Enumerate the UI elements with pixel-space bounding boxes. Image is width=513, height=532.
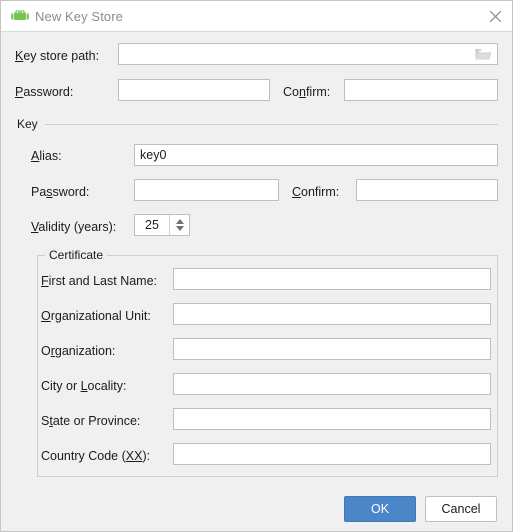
cert-city-locality-label: City or Locality: [41,379,126,393]
key-alias-input[interactable] [134,144,498,166]
chevron-down-icon[interactable] [175,226,184,231]
key-store-confirm-label-pre: Co [283,85,299,99]
key-store-password-label: Password: [15,85,73,99]
key-group-legend: Key [13,117,42,131]
close-icon[interactable] [476,1,512,31]
cert-organizational-unit-label-mnemonic: O [41,309,51,323]
cert-state-province-input[interactable] [173,408,491,430]
key-validity-label-rest: alidity (years): [38,220,117,234]
key-store-confirm-label-mnemonic: n [298,85,306,99]
key-store-path-label: Key store path: [15,49,99,63]
cert-first-last-name-label-rest: irst and Last Name: [48,274,158,288]
new-key-store-dialog: New Key Store Key store path: Password: … [0,0,513,532]
cert-organizational-unit-label-rest: rganizational Unit: [50,309,151,323]
folder-icon[interactable] [475,47,492,61]
key-confirm-label-rest: onfirm: [301,185,340,199]
key-password-label-rest: sword: [52,185,90,199]
certificate-group-border-right [106,255,498,256]
ok-button[interactable]: OK [344,496,416,522]
cert-organization-label-rest: ganization: [54,344,116,358]
cert-city-locality-label-mnemonic: L [80,379,88,393]
key-password-input[interactable] [134,179,279,201]
cert-organization-label: Organization: [41,344,115,358]
cert-first-last-name-label-mnemonic: F [41,274,49,288]
cert-organization-label-pre: O [41,344,51,358]
key-confirm-label-mnemonic: C [292,185,302,199]
cert-country-code-input[interactable] [173,443,491,465]
key-password-label: Password: [31,185,89,199]
window-title: New Key Store [35,8,124,24]
key-validity-label: Validity (years): [31,220,116,234]
cert-country-code-label-pre: Country Code ( [41,449,126,463]
key-store-confirm-label-rest: firm: [305,85,331,99]
certificate-group-border-left [37,255,45,256]
cancel-button[interactable]: Cancel [425,496,497,522]
key-store-path-label-rest: ey store path: [23,49,100,63]
key-password-label-pre: Pa [31,185,47,199]
chevron-up-icon[interactable] [175,219,184,224]
title-bar: New Key Store [1,1,512,32]
cert-state-province-label: State or Province: [41,414,140,428]
key-store-path-input[interactable] [118,43,498,65]
key-confirm-label: Confirm: [292,185,339,199]
key-confirm-input[interactable] [356,179,498,201]
cert-country-code-label-rest: ): [142,449,151,463]
key-store-password-label-rest: assword: [23,85,74,99]
cert-first-last-name-input[interactable] [173,268,491,290]
cert-first-last-name-label: First and Last Name: [41,274,157,288]
key-alias-label-rest: lias: [39,149,62,163]
cert-organizational-unit-label: Organizational Unit: [41,309,151,323]
key-store-confirm-input[interactable] [344,79,498,101]
cert-city-locality-label-rest: ocality: [87,379,127,393]
cert-country-code-label: Country Code (XX): [41,449,150,463]
stepper-buttons[interactable] [169,215,189,235]
android-robot-icon [11,8,29,24]
cert-state-province-label-rest: ate or Province: [52,414,141,428]
cert-organization-input[interactable] [173,338,491,360]
cert-city-locality-label-pre: City or [41,379,81,393]
key-group-separator [45,124,498,125]
key-store-password-input[interactable] [118,79,270,101]
cert-city-locality-input[interactable] [173,373,491,395]
validity-years-stepper[interactable] [134,214,190,236]
key-store-confirm-label: Confirm: [283,85,330,99]
certificate-group-legend: Certificate [45,248,108,262]
validity-years-input[interactable] [135,215,169,235]
cert-country-code-label-mnemonic: XX [125,449,143,463]
key-alias-label: Alias: [31,149,62,163]
cert-organizational-unit-input[interactable] [173,303,491,325]
